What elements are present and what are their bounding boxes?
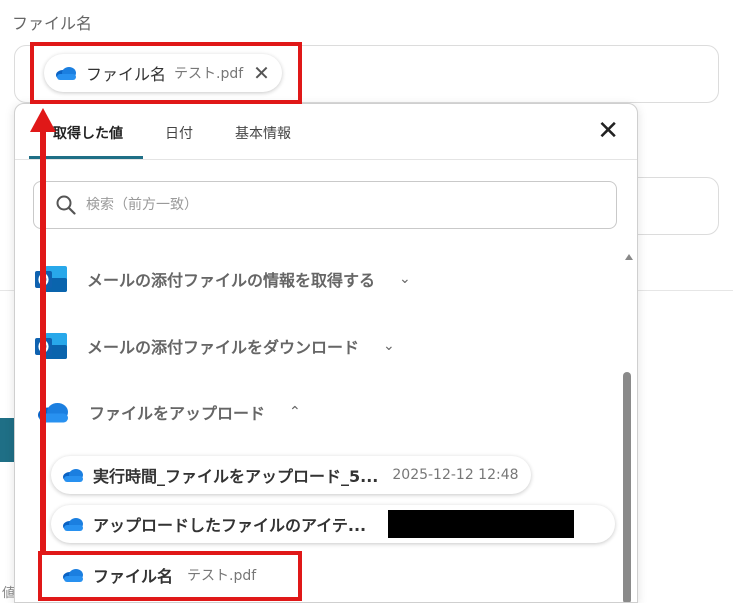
field-label: ファイル名 [12, 14, 93, 33]
item-value: 2025-12-12 12:48 [392, 467, 519, 483]
section-label: メールの添付ファイルの情報を取得する [87, 271, 376, 290]
active-tab-indicator [29, 156, 143, 159]
onedrive-cloud-icon [63, 469, 83, 482]
highlight-box-target [30, 42, 302, 104]
value-item[interactable]: アップロードしたファイルのアイテ... [51, 505, 615, 543]
search-icon [56, 195, 76, 215]
section-label: メールの添付ファイルをダウンロード [87, 338, 360, 357]
onedrive-cloud-icon [63, 518, 83, 531]
arrow-up-icon [30, 108, 56, 132]
item-name: アップロードしたファイルのアイテ... [93, 516, 367, 535]
search-input[interactable] [84, 196, 568, 214]
section-label: ファイルをアップロード [89, 404, 266, 423]
scrollbar-thumb[interactable] [623, 372, 631, 602]
background-button-edge[interactable] [0, 418, 14, 462]
section-download-attachment[interactable]: メールの添付ファイルをダウンロード ⌄ [35, 331, 395, 361]
scrollbar[interactable] [621, 254, 633, 602]
chevron-up-icon[interactable]: ⌃ [289, 404, 301, 420]
tab-basic-info[interactable]: 基本情報 [235, 123, 291, 143]
tab-date[interactable]: 日付 [165, 123, 193, 143]
item-name: 実行時間_ファイルをアップロード_5... [93, 467, 379, 486]
tab-acquired-values[interactable]: 取得した値 [53, 123, 123, 143]
value-item[interactable]: 実行時間_ファイルをアップロード_5... 2025-12-12 12:48 [51, 456, 531, 494]
section-get-attachment-info[interactable]: メールの添付ファイルの情報を取得する ⌄ [35, 264, 411, 294]
chevron-down-icon[interactable]: ⌄ [399, 271, 411, 287]
value-picker-panel: 取得した値 日付 基本情報 ✕ メールの添付ファイルの情報を取得する ⌄ メー [14, 103, 638, 603]
section-upload-file[interactable]: ファイルをアップロード ⌃ [35, 400, 301, 424]
highlight-box-source [38, 551, 302, 601]
scroll-up-arrow-icon[interactable] [625, 254, 633, 260]
chevron-down-icon[interactable]: ⌄ [383, 338, 395, 354]
search-box[interactable] [33, 181, 617, 229]
tab-bar: 取得した値 日付 基本情報 ✕ [15, 104, 637, 160]
redacted-value [388, 510, 575, 538]
annotation-arrow-line [40, 130, 46, 551]
close-icon[interactable]: ✕ [597, 118, 619, 144]
